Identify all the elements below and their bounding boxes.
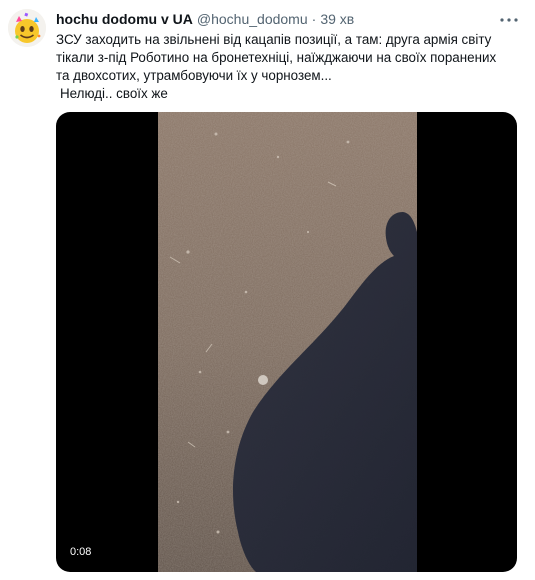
smiley-emoji-avatar-icon	[8, 9, 46, 47]
author-avatar[interactable]	[8, 9, 46, 47]
video-player[interactable]: 0:08	[56, 112, 517, 572]
header-separator: ·	[311, 11, 317, 27]
author-handle[interactable]: @hochu_dodomu	[197, 11, 308, 27]
tweet-header: hochu dodomu v UA @hochu_dodomu · 39 хв	[56, 9, 495, 29]
tweet-text-line-4: Нелюді.. своїх же	[60, 86, 168, 101]
tweet-text-line-3: та двохсотих, утрамбовуючи їх у чорнозем…	[56, 68, 332, 83]
tweet[interactable]: hochu dodomu v UA @hochu_dodomu · 39 хв …	[0, 0, 535, 580]
video-frame[interactable]	[158, 112, 417, 572]
author-name[interactable]: hochu dodomu v UA	[56, 11, 193, 27]
tweet-timestamp[interactable]: 39 хв	[320, 11, 354, 27]
video-still-image	[158, 112, 417, 572]
video-duration: 0:08	[66, 544, 96, 560]
tweet-text-line-2: тікали з-під Роботино на бронетехніці, н…	[56, 50, 497, 65]
more-dots-icon[interactable]	[498, 9, 520, 31]
tweet-text: ЗСУ заходить на звільнені від кацапів по…	[56, 31, 526, 103]
tweet-text-line-1: ЗСУ заходить на звільнені від кацапів по…	[56, 32, 492, 47]
